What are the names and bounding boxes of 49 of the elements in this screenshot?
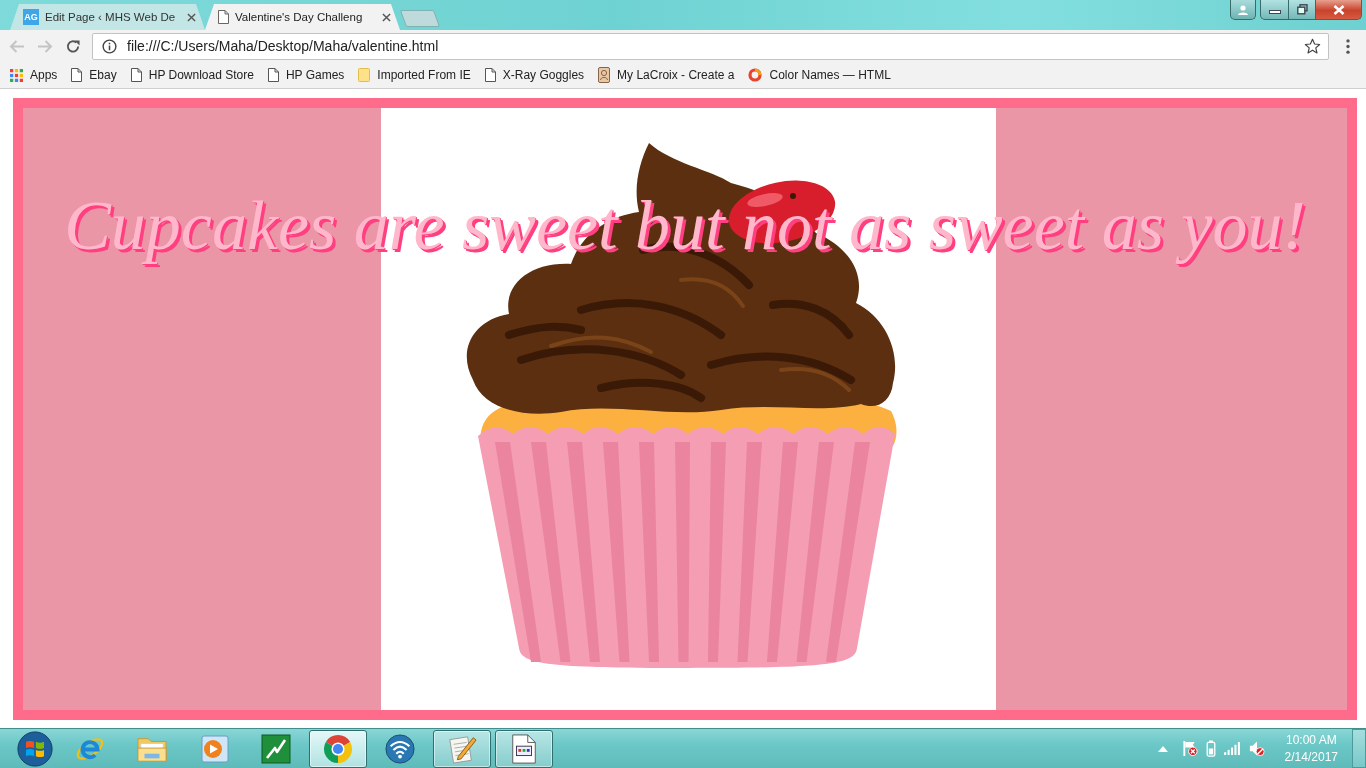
page-icon (130, 68, 142, 82)
page-icon (218, 10, 229, 24)
favicon: AG (23, 9, 39, 25)
close-icon[interactable] (187, 12, 196, 22)
forward-arrow-icon (37, 38, 53, 54)
bookmark[interactable]: Imported From IE (358, 68, 471, 82)
bookmark[interactable]: Ebay (71, 68, 117, 82)
page-icon (267, 68, 279, 82)
bookmark[interactable]: My LaCroix - Create a (598, 67, 735, 83)
minimize-icon (1268, 10, 1281, 14)
info-icon (102, 38, 117, 54)
start-orb-icon (17, 730, 53, 767)
close-icon[interactable] (382, 12, 391, 22)
reload-icon (65, 38, 81, 54)
browser-tab[interactable]: AG Edit Page ‹ MHS Web De (10, 4, 205, 30)
taskbar-button[interactable] (433, 729, 491, 768)
taskbar-button[interactable] (495, 729, 553, 768)
notepad-pencil-icon (447, 733, 477, 764)
ring-icon (748, 68, 763, 82)
browser-icon (323, 733, 353, 764)
page-icon (71, 68, 83, 82)
bookmark[interactable]: X-Ray Goggles (484, 68, 585, 82)
close-icon (1332, 4, 1345, 15)
wifi-icon (385, 733, 415, 764)
flag-error-icon[interactable] (1181, 740, 1198, 757)
document-icon (509, 733, 539, 764)
close-button[interactable] (1316, 0, 1362, 20)
restore-icon (1296, 4, 1308, 15)
lightning-icon (261, 733, 291, 764)
bookmark[interactable]: Apps (10, 68, 58, 82)
portrait-icon (598, 67, 611, 83)
address-bar[interactable]: file:///C:/Users/Maha/Desktop/Maha/valentine.html (92, 32, 1329, 60)
folder-icon (358, 68, 371, 82)
bookmark[interactable]: Color Names — HTML (748, 68, 891, 82)
profile-button[interactable] (1230, 0, 1256, 20)
speaker-muted-icon[interactable] (1248, 740, 1265, 757)
bookmark[interactable]: HP Download Store (130, 68, 254, 82)
page-icon (484, 68, 496, 82)
star-icon[interactable] (1304, 38, 1321, 54)
play-icon (199, 733, 229, 764)
back-arrow-icon (9, 38, 25, 54)
taskbar-button[interactable] (309, 729, 367, 768)
restore-button[interactable] (1289, 0, 1316, 20)
apps-grid-icon (10, 68, 23, 82)
bookmark[interactable]: HP Games (267, 68, 345, 82)
person-icon (1237, 4, 1249, 15)
browser-tab[interactable]: Valentine's Day Challeng (205, 4, 400, 30)
menu-icon (1346, 38, 1350, 54)
minimize-button[interactable] (1260, 0, 1289, 20)
